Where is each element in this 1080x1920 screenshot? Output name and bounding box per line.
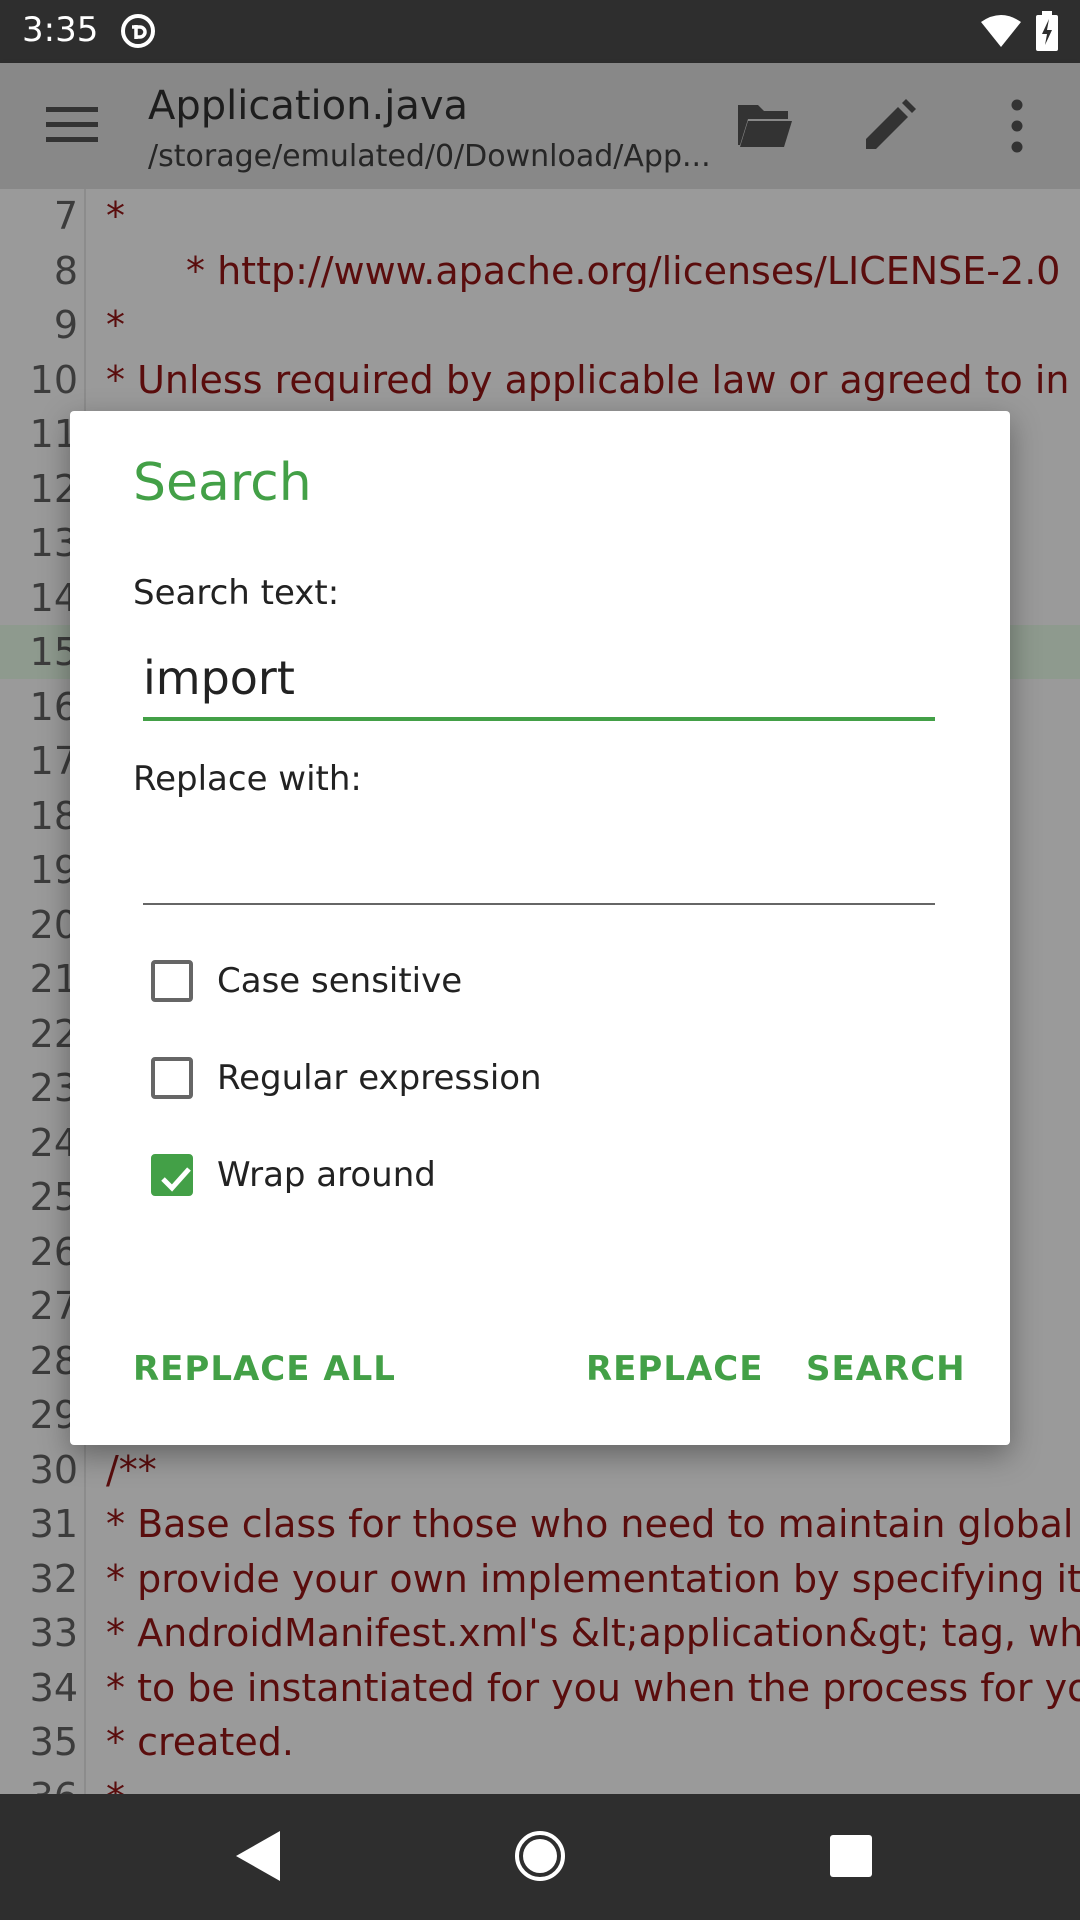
line-text: *	[106, 194, 125, 238]
line-text: * AndroidManifest.xml's &lt;application&…	[106, 1611, 1080, 1655]
line-text: * created.	[106, 1720, 294, 1764]
line-number: 27	[29, 1284, 78, 1328]
line-number: 17	[29, 739, 78, 783]
line-number: 9	[53, 303, 78, 347]
case-sensitive-checkbox[interactable]	[151, 960, 193, 1002]
app-bar: Application.java /storage/emulated/0/Dow…	[0, 63, 1080, 189]
recent-apps-icon[interactable]	[830, 1835, 872, 1877]
line-number: 30	[29, 1447, 78, 1492]
line-number: 15	[29, 630, 78, 674]
do-not-disturb-icon	[121, 14, 155, 48]
search-button[interactable]: SEARCH	[806, 1349, 966, 1389]
replace-input-underline	[143, 903, 935, 905]
line-number: 22	[29, 1011, 78, 1056]
status-bar: 3:35	[0, 0, 1080, 63]
line-number: 20	[29, 902, 78, 947]
search-input[interactable]: import	[143, 651, 935, 721]
line-number: 11	[29, 412, 78, 456]
line-text: * to be instantiated for you when the pr…	[106, 1665, 1080, 1710]
line-number: 8	[53, 248, 78, 293]
line-number: 29	[29, 1393, 78, 1437]
case-sensitive-option[interactable]: Case sensitive	[151, 952, 851, 1012]
line-text: * http://www.apache.org/licenses/LICENSE…	[186, 248, 1061, 293]
line-number: 31	[29, 1502, 78, 1546]
edit-pencil-icon[interactable]	[864, 99, 916, 151]
line-number: 12	[29, 466, 78, 511]
replace-with-label: Replace with:	[133, 759, 362, 799]
line-text: *	[106, 1770, 125, 1795]
replace-button[interactable]: REPLACE	[586, 1349, 763, 1389]
search-input-value: import	[143, 651, 295, 705]
code-line[interactable]: 8 * http://www.apache.org/licenses/LICENS…	[0, 244, 1080, 298]
line-number: 16	[29, 684, 78, 729]
line-number: 25	[29, 1175, 78, 1219]
status-time: 3:35	[22, 10, 99, 50]
line-number: 34	[29, 1665, 78, 1710]
line-number: 36	[0, 1770, 78, 1795]
case-sensitive-label: Case sensitive	[217, 961, 463, 1001]
code-line[interactable]: 36 *	[0, 1770, 1080, 1795]
line-text: * provide your own implementation by spe…	[106, 1556, 1080, 1601]
navigation-bar	[0, 1794, 1080, 1920]
line-number: 19	[29, 848, 78, 892]
wifi-icon	[981, 15, 1021, 47]
line-number: 32	[29, 1556, 78, 1601]
file-title: Application.java	[148, 83, 469, 129]
code-line[interactable]: 33 * AndroidManifest.xml's &lt;applicatio…	[0, 1606, 1080, 1660]
regular-expression-checkbox[interactable]	[151, 1057, 193, 1099]
search-text-label: Search text:	[133, 573, 340, 613]
line-number: 35	[29, 1720, 78, 1764]
code-line[interactable]: 32 * provide your own implementation by s…	[0, 1552, 1080, 1606]
code-line[interactable]: 31 * Base class for those who need to mai…	[0, 1497, 1080, 1551]
line-number: 18	[29, 793, 78, 838]
regular-expression-option[interactable]: Regular expression	[151, 1049, 851, 1109]
checkmark-icon	[161, 1167, 191, 1192]
line-number: 10	[29, 357, 78, 402]
line-number: 13	[29, 521, 78, 565]
wrap-around-checkbox[interactable]	[151, 1154, 193, 1196]
code-line[interactable]: 7 *	[0, 189, 1080, 243]
wrap-around-label: Wrap around	[217, 1155, 436, 1195]
line-text: * Unless required by applicable law or a…	[106, 357, 1080, 402]
line-number: 26	[29, 1229, 78, 1274]
line-number: 14	[29, 575, 78, 620]
hamburger-menu-icon[interactable]	[46, 103, 98, 147]
back-icon[interactable]	[236, 1831, 280, 1881]
code-line[interactable]: 9 *	[0, 298, 1080, 352]
line-text: *	[106, 303, 125, 347]
wrap-around-option[interactable]: Wrap around	[151, 1146, 851, 1206]
regular-expression-label: Regular expression	[217, 1058, 542, 1098]
file-path: /storage/emulated/0/Download/App...	[148, 139, 711, 174]
search-dialog: Search Search text: import Replace with:…	[70, 411, 1010, 1445]
line-number: 33	[29, 1611, 78, 1655]
line-number: 7	[53, 194, 78, 238]
home-icon[interactable]	[514, 1830, 566, 1882]
code-line[interactable]: 30 /**	[0, 1443, 1080, 1497]
line-number: 23	[29, 1066, 78, 1110]
dialog-title: Search	[133, 453, 312, 513]
battery-charging-icon	[1036, 11, 1058, 51]
replace-all-button[interactable]: REPLACE ALL	[133, 1349, 396, 1389]
search-input-underline	[143, 717, 935, 721]
line-text: * Base class for those who need to maint…	[106, 1502, 1080, 1546]
line-number: 21	[29, 957, 78, 1001]
code-line[interactable]: 34 * to be instantiated for you when the …	[0, 1661, 1080, 1715]
line-number: 28	[29, 1338, 78, 1383]
replace-input[interactable]	[143, 835, 935, 905]
code-line[interactable]: 35 * created.	[0, 1715, 1080, 1769]
more-vert-icon[interactable]	[1002, 99, 1032, 153]
line-number: 24	[29, 1120, 78, 1165]
folder-open-icon[interactable]	[734, 101, 794, 151]
line-text: /**	[106, 1447, 157, 1492]
code-line[interactable]: 10 * Unless required by applicable law or…	[0, 353, 1080, 407]
